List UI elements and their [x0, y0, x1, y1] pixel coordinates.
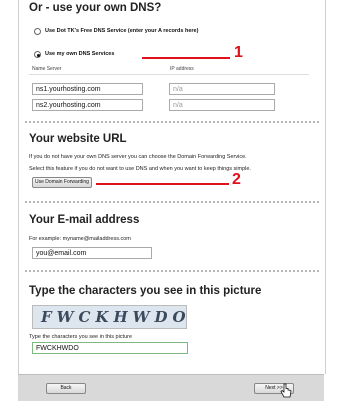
email-example: For example: myname@mailaddress.com	[29, 236, 131, 242]
url-description-1: If you do not have your own DNS server y…	[29, 154, 247, 160]
back-button[interactable]: Back	[46, 383, 86, 394]
email-section-title: Your E-mail address	[29, 214, 140, 226]
separator	[25, 270, 319, 272]
radio-own-dns[interactable]	[34, 51, 41, 58]
captcha-image: FWCKHWDO	[32, 305, 187, 329]
name-server-2-input[interactable]: ns2.yourhosting.com	[32, 99, 143, 111]
captcha-input[interactable]: FWCKHWDO	[32, 342, 188, 354]
url-section-title: Your website URL	[29, 133, 127, 145]
radio-own-dns-label[interactable]: Use my own DNS Services	[45, 51, 114, 57]
name-server-header: Name Server	[32, 66, 62, 72]
radio-free-dns[interactable]	[34, 28, 41, 35]
header-divider	[29, 74, 309, 75]
dns-section-title: Or - use your own DNS?	[29, 2, 162, 14]
annotation-mark-1: 1	[234, 44, 243, 61]
ip-address-2-input[interactable]: n/a	[169, 99, 275, 111]
footer-bar: Back Next >>	[18, 374, 324, 401]
annotation-arrow-2	[96, 183, 229, 185]
separator	[25, 121, 319, 123]
radio-free-dns-label[interactable]: Use Dot TK's Free DNS Service (enter you…	[45, 28, 198, 34]
use-domain-forwarding-button[interactable]: Use Domain Forwarding	[32, 177, 92, 188]
separator	[25, 201, 319, 203]
url-description-2: Select this feature if you do not want t…	[29, 166, 251, 172]
hand-cursor-icon	[280, 383, 292, 398]
annotation-arrow-1	[142, 57, 230, 59]
captcha-label: Type the characters you see in this pict…	[29, 334, 133, 340]
captcha-section-title: Type the characters you see in this pict…	[29, 285, 262, 297]
ip-address-header: IP address	[170, 66, 194, 72]
email-input[interactable]: you@email.com	[32, 247, 152, 259]
annotation-mark-2: 2	[232, 171, 241, 188]
ip-address-1-input[interactable]: n/a	[169, 83, 275, 95]
name-server-1-input[interactable]: ns1.yourhosting.com	[32, 83, 143, 95]
